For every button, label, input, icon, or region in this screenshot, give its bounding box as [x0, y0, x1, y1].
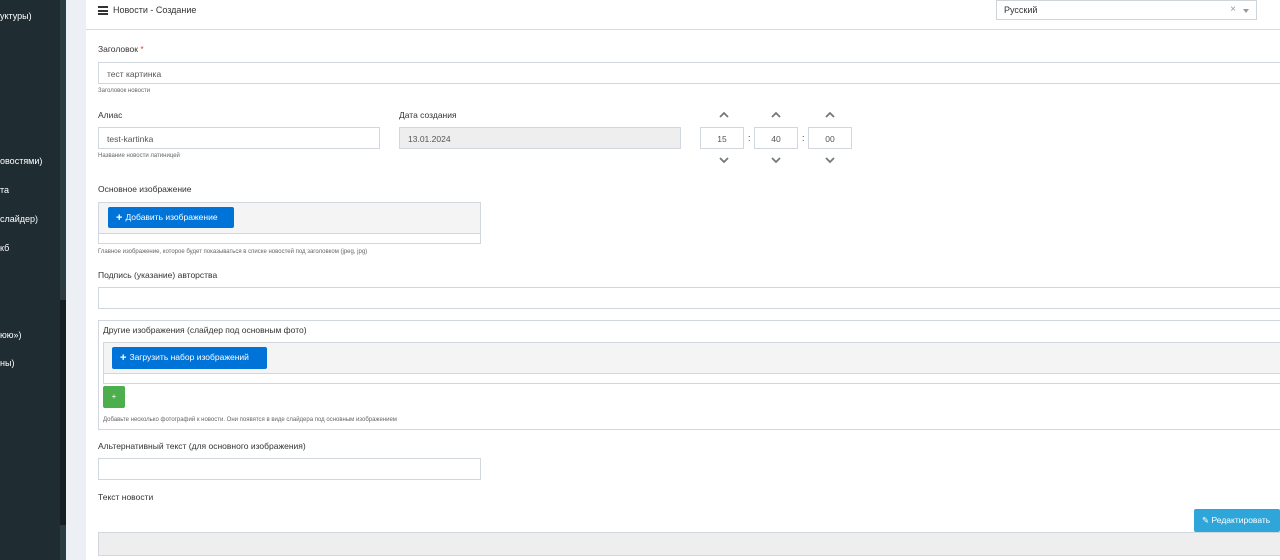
other-images-label: Другие изображения (слайдер под основным… — [103, 325, 307, 335]
upload-images-button-label: Загрузить набор изображений — [129, 352, 249, 362]
edit-button[interactable]: ✎ Редактировать — [1194, 509, 1280, 532]
minutes-up-icon[interactable] — [770, 111, 782, 119]
time-separator: : — [748, 133, 751, 143]
hours-input[interactable]: 15 — [700, 127, 744, 149]
sidebar-item-6[interactable]: юю») — [0, 330, 22, 340]
language-select[interactable]: Русский × — [996, 0, 1257, 20]
hours-up-icon[interactable] — [718, 111, 730, 119]
content-gutter — [66, 0, 86, 560]
page-title: Новости - Создание — [113, 5, 197, 15]
add-more-images-button[interactable]: + — [103, 386, 125, 408]
title-label: Заголовок * — [98, 44, 144, 54]
other-images-dropzone[interactable] — [103, 342, 1280, 374]
minutes-down-icon[interactable] — [770, 156, 782, 164]
alt-text-label: Альтернативный текст (для основного изоб… — [98, 441, 306, 451]
main-image-label: Основное изображение — [98, 184, 192, 194]
sidebar-item-news[interactable]: овостями) — [0, 156, 42, 166]
alias-help: Название новости латиницей — [98, 153, 180, 159]
add-image-button-label: Добавить изображение — [125, 212, 218, 222]
title-input[interactable]: тест картинка — [98, 62, 1280, 84]
seconds-down-icon[interactable] — [824, 156, 836, 164]
sidebar-item-7[interactable]: ны) — [0, 358, 14, 368]
seconds-up-icon[interactable] — [824, 111, 836, 119]
hours-down-icon[interactable] — [718, 156, 730, 164]
sidebar-item-structures[interactable]: уктуры) — [0, 11, 32, 21]
clear-icon[interactable]: × — [1230, 4, 1236, 15]
chevron-down-icon[interactable] — [1243, 9, 1249, 13]
date-label: Дата создания — [399, 110, 457, 120]
sidebar: уктуры) овостями) та слайдер) кб юю») ны… — [0, 0, 66, 560]
time-separator: : — [802, 133, 805, 143]
news-text-preview[interactable] — [98, 532, 1280, 556]
sidebar-item-slider[interactable]: слайдер) — [0, 214, 38, 224]
title-help: Заголовок новости — [98, 88, 151, 94]
alias-label: Алиас — [98, 110, 123, 120]
plus-icon: + — [116, 212, 123, 224]
alt-text-input[interactable] — [98, 458, 481, 480]
main-image-file-list — [98, 234, 481, 244]
alias-input[interactable]: test-kartinka — [98, 127, 380, 149]
add-image-button[interactable]: + Добавить изображение — [108, 207, 234, 228]
language-selected-value: Русский — [1004, 5, 1038, 15]
sidebar-item-3[interactable]: та — [0, 185, 9, 195]
minutes-input[interactable]: 40 — [754, 127, 798, 149]
sidebar-item-5[interactable]: кб — [0, 243, 9, 253]
title-label-text: Заголовок — [98, 44, 138, 54]
author-label: Подпись (указание) авторства — [98, 270, 218, 280]
news-create-box: Новости - Создание Русский × Заголовок *… — [86, 0, 1280, 560]
other-images-file-list — [103, 374, 1280, 384]
date-input[interactable]: 13.01.2024 — [399, 127, 681, 149]
other-images-help: Добавьте несколько фотографий к новости.… — [103, 417, 397, 423]
seconds-input[interactable]: 00 — [808, 127, 852, 149]
plus-icon: + — [120, 352, 127, 364]
list-icon — [98, 6, 108, 15]
upload-images-button[interactable]: + Загрузить набор изображений — [112, 347, 267, 369]
author-input[interactable] — [98, 287, 1280, 309]
main-image-help: Главное изображение, которое будет показ… — [98, 249, 368, 255]
pencil-icon: ✎ — [1202, 515, 1210, 525]
edit-button-label: Редактировать — [1211, 515, 1271, 525]
box-header: Новости - Создание Русский × — [86, 0, 1280, 30]
news-text-label: Текст новости — [98, 492, 154, 502]
required-mark: * — [140, 44, 144, 54]
